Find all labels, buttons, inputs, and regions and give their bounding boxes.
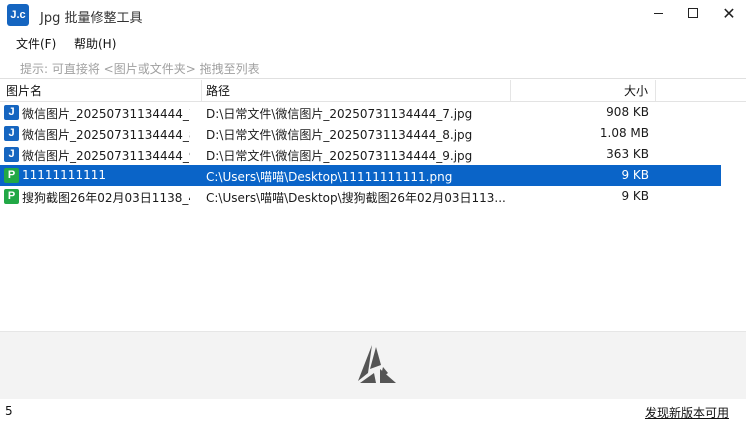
- jpg-file-icon: J: [4, 147, 19, 162]
- row-path: D:\日常文件\微信图片_20250731134444_7.jpg: [206, 107, 473, 121]
- table-row[interactable]: P 搜狗截图26年02月03日1138_4 C:\Users\喵喵\Deskto…: [0, 186, 721, 207]
- row-name: 微信图片_20250731134444_7: [22, 107, 190, 121]
- app-icon: J.c: [7, 4, 29, 26]
- row-path: D:\日常文件\微信图片_20250731134444_8.jpg: [206, 128, 473, 142]
- row-size: 9 KB: [621, 189, 649, 203]
- jpg-file-icon: J: [4, 126, 19, 141]
- status-bar: 5 发现新版本可用: [0, 400, 746, 421]
- maximize-icon: [688, 7, 698, 18]
- row-path: D:\日常文件\微信图片_20250731134444_9.jpg: [206, 149, 473, 163]
- row-name: 微信图片_20250731134444_8: [22, 128, 190, 142]
- window-title: Jpg 批量修整工具: [40, 11, 143, 26]
- row-path: C:\Users\喵喵\Desktop\11111111111.png: [206, 170, 453, 184]
- table-row[interactable]: J 微信图片_20250731134444_9 D:\日常文件\微信图片_202…: [0, 144, 721, 165]
- row-size: 9 KB: [621, 168, 649, 182]
- menu-file[interactable]: 文件(F): [16, 35, 56, 52]
- column-divider[interactable]: [655, 80, 656, 101]
- close-button[interactable]: ✕: [709, 0, 746, 30]
- row-name: 搜狗截图26年02月03日1138_4: [22, 191, 190, 205]
- png-file-icon: P: [4, 168, 19, 183]
- column-divider[interactable]: [201, 80, 202, 101]
- png-file-icon: P: [4, 189, 19, 204]
- close-icon: ✕: [722, 4, 736, 23]
- column-header-size[interactable]: 大小: [624, 82, 648, 99]
- table-row[interactable]: J 微信图片_20250731134444_8 D:\日常文件\微信图片_202…: [0, 123, 721, 144]
- column-header-path[interactable]: 路径: [206, 82, 230, 99]
- table-row-selected[interactable]: P 11111111111 C:\Users\喵喵\Desktop\111111…: [0, 165, 721, 186]
- row-size: 363 KB: [606, 147, 649, 161]
- menu-bar: 文件(F) 帮助(H): [0, 32, 746, 54]
- minimize-button[interactable]: [638, 0, 678, 30]
- row-name: 微信图片_20250731134444_9: [22, 149, 190, 163]
- divider: [0, 78, 746, 79]
- row-name: 11111111111: [22, 168, 106, 182]
- list-header: 图片名 路径 大小: [0, 80, 746, 102]
- column-divider[interactable]: [510, 80, 511, 101]
- row-path: C:\Users\喵喵\Desktop\搜狗截图26年02月03日113...: [206, 191, 506, 205]
- row-size: 908 KB: [606, 105, 649, 119]
- file-count: 5: [5, 404, 13, 418]
- app-logo-icon[interactable]: [352, 343, 398, 385]
- title-bar: J.c Jpg 批量修整工具 ✕: [0, 0, 746, 30]
- drop-hint: 提示: 可直接将 <图片或文件夹> 拖拽至列表: [20, 62, 260, 76]
- column-header-name[interactable]: 图片名: [6, 82, 42, 99]
- row-size: 1.08 MB: [599, 126, 649, 140]
- update-available-link[interactable]: 发现新版本可用: [645, 404, 729, 421]
- table-row[interactable]: J 微信图片_20250731134444_7 D:\日常文件\微信图片_202…: [0, 102, 721, 123]
- jpg-file-icon: J: [4, 105, 19, 120]
- maximize-button[interactable]: [673, 0, 713, 30]
- menu-help[interactable]: 帮助(H): [74, 35, 116, 52]
- minimize-icon: [653, 12, 663, 15]
